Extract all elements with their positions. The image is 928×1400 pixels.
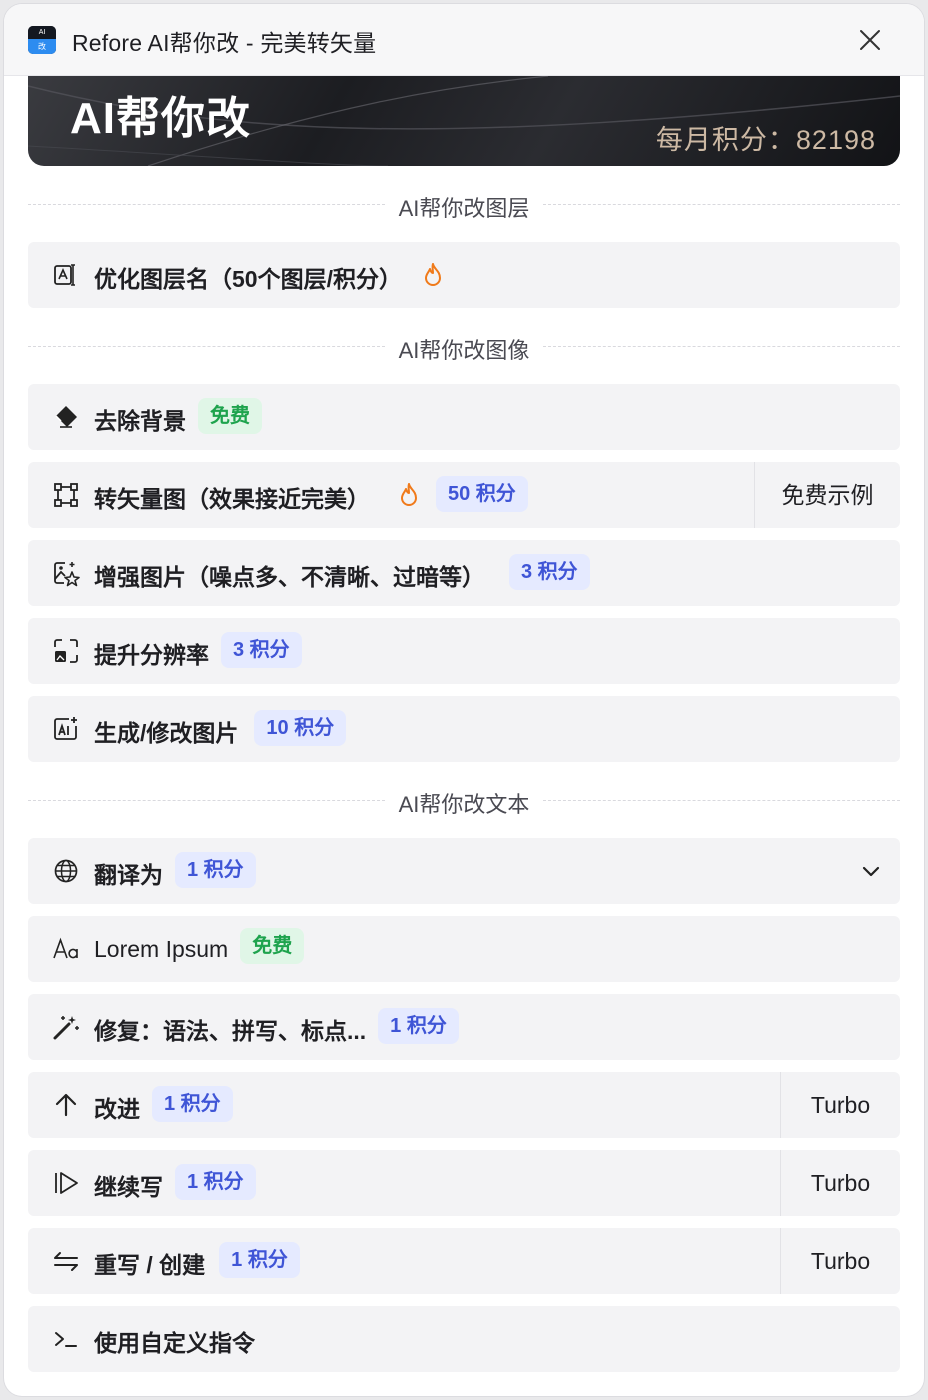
vectorize-label: 转矢量图（效果接近完美） — [94, 486, 370, 512]
rename-layers-button[interactable]: 优化图层名（50个图层/积分） — [28, 242, 900, 308]
credits-badge: 3 积分 — [509, 554, 590, 590]
swap-icon — [54, 1252, 78, 1271]
fix-grammar-button[interactable]: 修复：语法、拼写、标点... 1 积分 — [28, 994, 900, 1060]
custom-instruction-label: 使用自定义指令 — [94, 1330, 255, 1356]
generate-image-button[interactable]: 生成/修改图片 10 积分 — [28, 696, 900, 762]
title-bar: AI 改 Refore AI帮你改 - 完美转矢量 — [4, 4, 924, 76]
continue-turbo-button[interactable]: Turbo — [780, 1150, 900, 1216]
magic-wand-icon — [53, 1016, 79, 1040]
chevron-down-icon[interactable] — [860, 860, 882, 882]
credits-badge: 10 积分 — [254, 710, 347, 746]
divider — [543, 204, 900, 205]
close-icon — [860, 30, 880, 50]
remove-background-button[interactable]: 去除背景 免费 — [28, 384, 900, 450]
rewrite-turbo-button[interactable]: Turbo — [780, 1228, 900, 1294]
enhance-image-label: 增强图片（噪点多、不清晰、过暗等） — [94, 564, 485, 590]
upscale-icon — [54, 639, 78, 663]
rewrite-button[interactable]: 重写 / 创建 1 积分 Turbo — [28, 1228, 900, 1294]
improve-button[interactable]: 改进 1 积分 Turbo — [28, 1072, 900, 1138]
app-logo: AI 改 — [28, 26, 56, 54]
enhance-image-icon — [54, 562, 80, 587]
lorem-ipsum-label: Lorem Ipsum — [94, 935, 229, 962]
vector-icon — [54, 483, 78, 507]
credits-badge: 50 积分 — [436, 476, 528, 512]
divider — [543, 346, 900, 347]
vectorize-button[interactable]: 转矢量图（效果接近完美） 50 积分 免费示例 — [28, 462, 900, 528]
eraser-icon — [55, 406, 77, 428]
continue-writing-label: 继续写 — [94, 1174, 163, 1200]
rename-icon — [54, 264, 75, 286]
translate-label: 翻译为 — [94, 862, 163, 888]
arrow-up-icon — [55, 1093, 77, 1117]
custom-instruction-button[interactable]: 使用自定义指令 — [28, 1306, 900, 1372]
monthly-credits: 每月积分：82198 — [655, 125, 876, 155]
app-logo-top: AI — [28, 26, 56, 39]
ai-image-icon — [54, 717, 77, 740]
credits-badge: 3 积分 — [221, 632, 302, 668]
generate-image-label: 生成/修改图片 — [94, 720, 239, 746]
translate-dropdown[interactable]: 翻译为 1 积分 — [28, 838, 900, 904]
section-title: AI帮你改文本 — [384, 792, 544, 817]
lorem-ipsum-button[interactable]: Lorem Ipsum 免费 — [28, 916, 900, 982]
credits-badge: 1 积分 — [175, 1164, 256, 1200]
rewrite-label: 重写 / 创建 — [94, 1252, 206, 1278]
upscale-button[interactable]: 提升分辨率 3 积分 — [28, 618, 900, 684]
section-images-header: AI帮你改图像 — [28, 332, 900, 363]
enhance-image-button[interactable]: 增强图片（噪点多、不清晰、过暗等） 3 积分 — [28, 540, 900, 606]
rename-layers-label: 优化图层名（50个图层/积分） — [94, 266, 402, 292]
window-title: Refore AI帮你改 - 完美转矢量 — [72, 30, 377, 56]
app-logo-bottom: 改 — [28, 39, 56, 54]
plugin-window: AI 改 Refore AI帮你改 - 完美转矢量 AI帮你改 每月积分：821… — [4, 4, 924, 1396]
section-title: AI帮你改图像 — [384, 338, 544, 363]
globe-icon — [54, 859, 78, 883]
credits-badge: 1 积分 — [219, 1242, 300, 1278]
remove-background-label: 去除背景 — [94, 408, 186, 434]
free-badge: 免费 — [198, 398, 262, 434]
free-example-button[interactable]: 免费示例 — [754, 462, 900, 528]
close-button[interactable] — [856, 26, 884, 54]
section-title: AI帮你改图层 — [384, 196, 544, 221]
section-text-header: AI帮你改文本 — [28, 786, 900, 817]
fire-icon — [424, 263, 441, 286]
credits-badge: 1 积分 — [175, 852, 256, 888]
section-layers-header: AI帮你改图层 — [28, 190, 900, 221]
improve-label: 改进 — [94, 1096, 140, 1122]
credits-badge: 1 积分 — [378, 1008, 459, 1044]
credits-badge: 1 积分 — [152, 1086, 233, 1122]
fire-icon — [401, 483, 417, 506]
divider — [543, 800, 900, 801]
font-icon — [53, 937, 78, 959]
play-icon — [55, 1172, 78, 1194]
banner-title: AI帮你改 — [70, 94, 251, 143]
free-badge: 免费 — [240, 928, 305, 964]
credits-banner: AI帮你改 每月积分：82198 — [28, 76, 900, 166]
upscale-label: 提升分辨率 — [94, 642, 209, 668]
fix-grammar-label: 修复：语法、拼写、标点... — [94, 1018, 367, 1044]
improve-turbo-button[interactable]: Turbo — [780, 1072, 900, 1138]
continue-writing-button[interactable]: 继续写 1 积分 Turbo — [28, 1150, 900, 1216]
terminal-icon — [55, 1332, 77, 1347]
